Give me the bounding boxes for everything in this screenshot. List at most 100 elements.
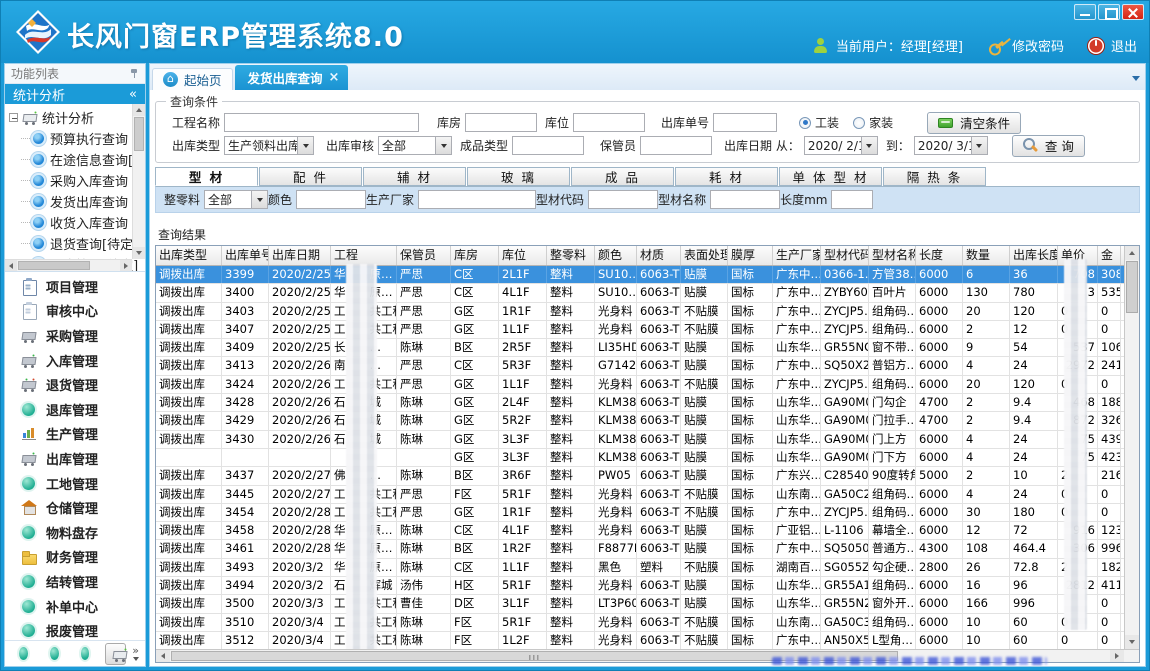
- cart-shortcut-button[interactable]: [105, 643, 126, 665]
- scroll-right-icon[interactable]: [120, 260, 132, 271]
- audit-select[interactable]: 全部: [378, 136, 452, 155]
- scroll-right-icon[interactable]: [1110, 650, 1124, 662]
- column-header[interactable]: 膜厚: [728, 246, 773, 265]
- tree-expander-icon[interactable]: [9, 113, 18, 122]
- sidebar-menu-item[interactable]: 退库管理: [5, 397, 145, 422]
- table-row[interactable]: 调拨出库34542020/2/28工共工程严思G区1R1F整料光身料6063-T…: [156, 504, 1139, 522]
- table-row[interactable]: 调拨出库34942020/3/2石辉城汤伟H区5R1F整料光身料6063-T5贴…: [156, 577, 1139, 595]
- column-header[interactable]: 金: [1098, 246, 1121, 265]
- sidebar-menu-item[interactable]: 报废管理: [5, 618, 145, 640]
- table-row[interactable]: 调拨出库34282020/2/26石城陈琳G区2L4F整料KLM38176063…: [156, 394, 1139, 412]
- material-tab[interactable]: 配 件: [259, 167, 362, 186]
- material-tab[interactable]: 型 材: [155, 167, 258, 186]
- chevron-down-icon[interactable]: [435, 137, 451, 154]
- green-dot-icon[interactable]: [81, 647, 90, 660]
- column-header[interactable]: 数量: [963, 246, 1010, 265]
- change-password-link[interactable]: 修改密码: [1012, 36, 1064, 55]
- material-tab[interactable]: 隔 热 条: [883, 167, 986, 186]
- column-header[interactable]: 出库类型: [156, 246, 222, 265]
- scroll-up-icon[interactable]: [133, 104, 145, 116]
- table-row[interactable]: 调拨出库34452020/2/27工共工程严思F区5R1F整料光身料6063-T…: [156, 486, 1139, 504]
- location-input[interactable]: [573, 113, 645, 132]
- scroll-up-icon[interactable]: [1125, 246, 1139, 260]
- column-header[interactable]: 工程: [331, 246, 397, 265]
- sidebar-menu-item[interactable]: 项目管理: [5, 274, 145, 299]
- green-dot-icon[interactable]: [19, 647, 28, 660]
- column-header[interactable]: 出库长度: [1010, 246, 1058, 265]
- color-input[interactable]: [296, 190, 366, 209]
- sidebar-menu-item[interactable]: 补单中心: [5, 594, 145, 619]
- column-header[interactable]: 库位: [499, 246, 547, 265]
- tab-home[interactable]: 起始页: [152, 68, 233, 90]
- sidebar-menu-item[interactable]: 生产管理: [5, 422, 145, 447]
- keeper-input[interactable]: [640, 136, 712, 155]
- maximize-button[interactable]: [1098, 4, 1120, 20]
- out-type-select[interactable]: 生产领料出库: [224, 136, 314, 155]
- radio-industrial-label[interactable]: 工装: [815, 114, 839, 131]
- material-tab[interactable]: 辅 材: [363, 167, 466, 186]
- table-row[interactable]: 调拨出库33992020/2/25华原…严思C区2L1F整料SU10…6063-…: [156, 266, 1139, 284]
- material-tab[interactable]: 耗 材: [675, 167, 778, 186]
- tree-root-node[interactable]: 统计分析: [9, 107, 131, 128]
- sidebar-section-header[interactable]: 统计分析: [5, 84, 145, 104]
- sidebar-menu-item[interactable]: 入库管理: [5, 348, 145, 373]
- tab-close-icon[interactable]: [329, 73, 340, 83]
- clear-conditions-button[interactable]: 清空条件: [927, 112, 1021, 134]
- table-row[interactable]: 调拨出库34132020/2/26南…严思C区5R3F整料G714226063-…: [156, 357, 1139, 375]
- chevron-down-icon[interactable]: [861, 137, 877, 154]
- column-header[interactable]: 出库日期: [269, 246, 331, 265]
- close-button[interactable]: [1122, 4, 1144, 20]
- date-from-select[interactable]: 2020/ 2/16: [804, 136, 878, 155]
- tab-outbound-query[interactable]: 发货出库查询: [235, 65, 349, 90]
- sidebar-menu-item[interactable]: 审核中心: [5, 299, 145, 324]
- table-row[interactable]: 调拨出库34612020/2/28华原…陈琳B区1R2F整料F8877FT606…: [156, 540, 1139, 558]
- table-row[interactable]: 调拨出库34292020/2/26石城陈琳G区5R2F整料KLM38176063…: [156, 412, 1139, 430]
- table-row[interactable]: 调拨出库35122020/3/4工共工程陈琳F区1L2F整料光身料6063-T5…: [156, 632, 1139, 650]
- chevron-down-icon[interactable]: [971, 137, 987, 154]
- column-header[interactable]: 整零料: [547, 246, 595, 265]
- tree-horizontal-scrollbar[interactable]: [5, 259, 132, 271]
- radio-home-label[interactable]: 家装: [869, 114, 893, 131]
- tree-item[interactable]: 退货查询[待定]: [9, 233, 131, 254]
- tree-scrollbar-thumb[interactable]: [134, 117, 144, 151]
- tree-item[interactable]: 发货出库查询: [9, 191, 131, 212]
- tree-item[interactable]: 预算执行查询: [9, 128, 131, 149]
- table-row[interactable]: 调拨出库34032020/2/25工共工程严思G区1R1F整料光身料6063-T…: [156, 303, 1139, 321]
- tree-item[interactable]: 收货入库查询: [9, 212, 131, 233]
- green-dot-icon[interactable]: [50, 647, 59, 660]
- sidebar-menu-item[interactable]: 退货管理: [5, 372, 145, 397]
- table-row[interactable]: 调拨出库34072020/2/25工共工程严思G区1L1F整料光身料6063-T…: [156, 321, 1139, 339]
- sidebar-menu-item[interactable]: 结转管理: [5, 569, 145, 594]
- table-row[interactable]: 调拨出库34372020/2/27佛…陈琳B区3R6F整料PW056063-T5…: [156, 467, 1139, 485]
- table-row[interactable]: 调拨出库35102020/3/4工共工程陈琳F区5R1F整料光身料6063-T5…: [156, 614, 1139, 632]
- grid-vscrollbar-thumb[interactable]: [1126, 261, 1138, 313]
- column-header[interactable]: 型材名称: [869, 246, 916, 265]
- table-row[interactable]: 调拨出库34092020/2/25长…陈琳B区2R5F整料LI35HD6063-…: [156, 339, 1139, 357]
- column-header[interactable]: 出库单号: [222, 246, 269, 265]
- tree-item[interactable]: 在途信息查询[待: [9, 149, 131, 170]
- collapse-icon[interactable]: [129, 87, 137, 102]
- column-header[interactable]: 材质: [637, 246, 681, 265]
- material-tab[interactable]: 单 体 型 材: [779, 167, 882, 186]
- radio-industrial[interactable]: [799, 117, 811, 129]
- material-tab[interactable]: 玻 璃: [467, 167, 570, 186]
- material-tab[interactable]: 成 品: [571, 167, 674, 186]
- logout-link[interactable]: 退出: [1111, 36, 1137, 55]
- tree-item[interactable]: 采购入库查询: [9, 170, 131, 191]
- column-header[interactable]: 颜色: [595, 246, 637, 265]
- table-row[interactable]: G区3L3F整料KLM38176063-T5贴膜国标山东华…GA90M09…门下…: [156, 449, 1139, 467]
- sidebar-menu-item[interactable]: 出库管理: [5, 446, 145, 471]
- tree-hscrollbar-thumb[interactable]: [18, 261, 90, 270]
- table-row[interactable]: 调拨出库34932020/3/2华原…陈琳C区1L1F整料黑色塑料不贴膜国标湖南…: [156, 559, 1139, 577]
- table-row[interactable]: 调拨出库34302020/2/26石城陈琳G区3L3F整料KLM38176063…: [156, 431, 1139, 449]
- sidebar-menu-item[interactable]: 财务管理: [5, 545, 145, 570]
- column-header[interactable]: 长度: [916, 246, 963, 265]
- chevron-down-icon[interactable]: [251, 191, 267, 208]
- tab-list-dropdown-icon[interactable]: [1132, 76, 1140, 81]
- product-type-input[interactable]: [512, 136, 584, 155]
- chevron-down-icon[interactable]: [297, 137, 313, 154]
- column-header[interactable]: 表面处理: [681, 246, 728, 265]
- column-header[interactable]: 生产厂家: [773, 246, 821, 265]
- warehouse-input[interactable]: [465, 113, 537, 132]
- scroll-left-icon[interactable]: [156, 650, 170, 662]
